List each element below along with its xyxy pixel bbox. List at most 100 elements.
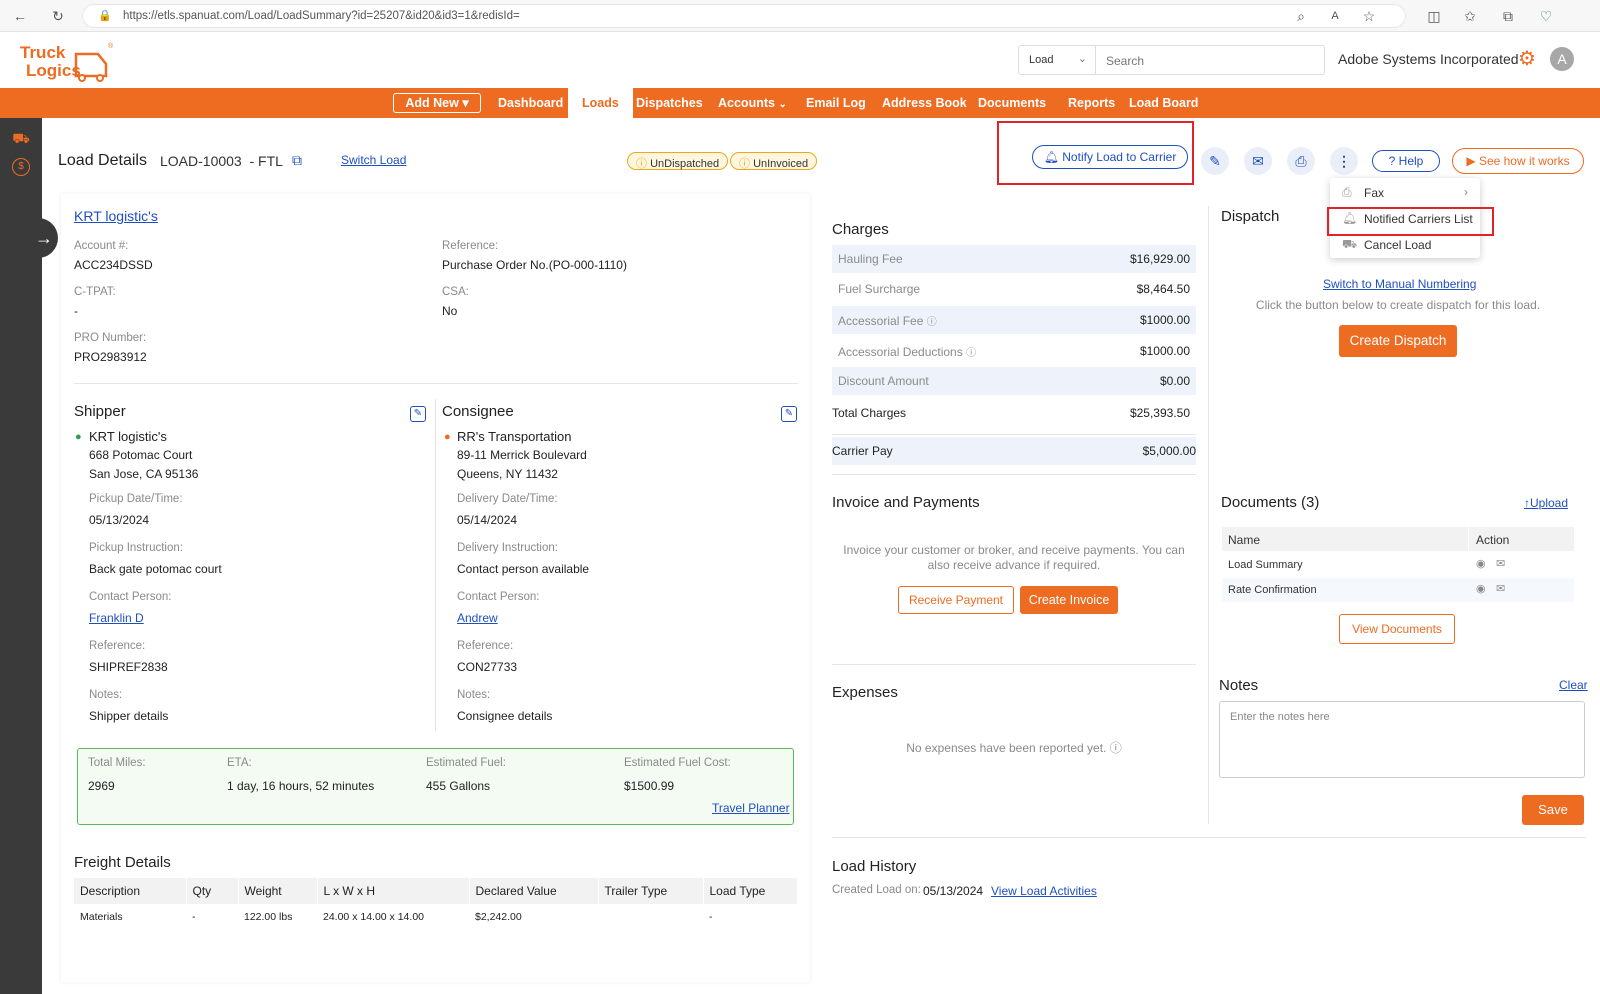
nav-reports[interactable]: Reports	[1068, 88, 1115, 118]
status-badge-uninvoiced: ⓘ UnInvoiced	[730, 152, 818, 170]
column-header: Description	[74, 878, 187, 904]
shipper-name: KRT logistic's	[89, 429, 167, 444]
dispatch-hint: Click the button below to create dispatc…	[1255, 298, 1541, 312]
more-options-icon[interactable]: ⋮	[1330, 147, 1358, 175]
edit-shipper-icon[interactable]: ✎	[410, 406, 426, 422]
charges-heading: Charges	[832, 221, 889, 238]
copy-icon[interactable]: ⧉	[292, 152, 302, 169]
invoice-hint: Invoice your customer or broker, and rec…	[843, 543, 1185, 572]
settings-gear-icon[interactable]: ⚙	[1518, 48, 1540, 70]
save-notes-button[interactable]: Save	[1522, 795, 1584, 825]
add-new-button[interactable]: Add New ▾	[393, 93, 481, 113]
nav-address-book[interactable]: Address Book	[882, 88, 967, 118]
site-info-icon[interactable]: 🔒	[95, 6, 115, 26]
ctpat-label: C-TPAT:	[74, 286, 116, 298]
truck-cart-icon[interactable]: ⛟	[12, 130, 30, 148]
consignee-notes-value: Consignee details	[457, 709, 553, 723]
nav-load-board[interactable]: Load Board	[1129, 88, 1198, 118]
pickup-instruction-label: Pickup Instruction:	[89, 542, 183, 554]
divider	[1208, 206, 1209, 824]
consignee-name: RR's Transportation	[457, 429, 572, 444]
address-bar[interactable]: 🔒 https://etls.spanuat.com/Load/LoadSumm…	[82, 4, 1406, 28]
email-icon[interactable]: ✉	[1496, 557, 1505, 570]
consignee-reference-value: CON27733	[457, 660, 518, 674]
split-screen-icon[interactable]: ◫	[1424, 6, 1444, 26]
document-name: Load Summary	[1228, 559, 1303, 571]
user-avatar[interactable]: A	[1550, 47, 1574, 71]
zoom-icon[interactable]: ⌕	[1291, 6, 1311, 26]
notes-textarea[interactable]: Enter the notes here	[1219, 701, 1585, 778]
truck-logics-logo: Truck Logics ®	[20, 42, 114, 82]
email-icon[interactable]: ✉	[1244, 147, 1272, 175]
nav-loads[interactable]: Loads	[568, 88, 633, 118]
create-invoice-button[interactable]: Create Invoice	[1020, 586, 1118, 614]
consignee-contact-label: Contact Person:	[457, 591, 540, 603]
travel-planner-link[interactable]: Travel Planner	[712, 801, 790, 815]
favorite-icon[interactable]: ☆	[1359, 6, 1379, 26]
back-icon[interactable]: ←	[10, 6, 30, 26]
notify-load-to-carrier-button[interactable]: 🔔︎ Notify Load to Carrier	[1032, 145, 1188, 169]
info-circle-icon: ⓘ	[636, 158, 647, 170]
eye-icon[interactable]: ◉	[1476, 582, 1486, 595]
nav-accounts-label: Accounts	[718, 96, 775, 110]
bell-icon: 🔔︎	[1043, 150, 1059, 164]
column-header: Load Type	[703, 878, 798, 904]
nav-documents[interactable]: Documents	[978, 88, 1046, 118]
load-id-value: LOAD-10003	[160, 153, 242, 169]
table-cell: Materials	[80, 911, 123, 923]
clear-notes-link[interactable]: Clear	[1559, 678, 1588, 692]
print-icon[interactable]: ⎙	[1287, 147, 1315, 175]
favorites-bar-icon[interactable]: ✩	[1460, 6, 1480, 26]
switch-load-link[interactable]: Switch Load	[341, 153, 406, 167]
delivery-instruction-value: Contact person available	[457, 562, 590, 576]
table-cell: -	[709, 911, 713, 923]
consignee-address-1: 89-11 Merrick Boulevard	[457, 448, 587, 462]
create-dispatch-button[interactable]: Create Dispatch	[1339, 325, 1457, 357]
delivery-instruction-label: Delivery Instruction:	[457, 542, 558, 554]
customer-name-link[interactable]: KRT logistic's	[74, 208, 158, 224]
consignee-address-2: Queens, NY 11432	[457, 467, 558, 481]
charge-value: $8,464.50	[1136, 282, 1190, 296]
chevron-down-icon: ⌄	[778, 99, 787, 110]
info-circle-icon[interactable]: ⓘ	[927, 317, 937, 328]
edit-consignee-icon[interactable]: ✎	[781, 406, 797, 422]
nav-dispatches[interactable]: Dispatches	[636, 88, 703, 118]
nav-email-log[interactable]: Email Log	[806, 88, 866, 118]
browser-essentials-icon[interactable]: ♡	[1536, 6, 1556, 26]
created-date: 05/13/2024	[923, 884, 984, 898]
menu-item-fax[interactable]: ⎙ Fax ›	[1330, 180, 1480, 206]
view-load-activities-link[interactable]: View Load Activities	[991, 884, 1097, 898]
main-nav: Add New ▾ Dashboard Loads Dispatches Acc…	[0, 88, 1600, 118]
search-input[interactable]: Search	[1095, 45, 1325, 75]
read-aloud-icon[interactable]: A	[1325, 6, 1345, 26]
consignee-contact-link[interactable]: Andrew	[457, 611, 498, 625]
refresh-icon[interactable]: ↻	[48, 6, 68, 26]
info-circle-icon[interactable]: ⓘ	[1110, 741, 1122, 755]
help-button[interactable]: ? Help	[1372, 150, 1440, 172]
upload-link[interactable]: ↑Upload	[1524, 496, 1568, 510]
consignee-notes-label: Notes:	[457, 689, 491, 701]
nav-accounts[interactable]: Accounts ⌄	[718, 88, 787, 118]
expand-arrow-icon[interactable]: →	[30, 218, 58, 258]
invoice-heading: Invoice and Payments	[832, 494, 980, 511]
see-how-it-works-button[interactable]: ▶ See how it works	[1452, 148, 1584, 174]
collections-icon[interactable]: ⧉	[1498, 6, 1518, 26]
edit-icon[interactable]: ✎	[1201, 147, 1229, 175]
view-documents-button[interactable]: View Documents	[1339, 614, 1455, 644]
company-name: Adobe Systems Incorporated	[1338, 51, 1519, 67]
eta-value: 1 day, 16 hours, 52 minutes	[227, 779, 375, 793]
fuel-cost-label: Estimated Fuel Cost:	[624, 757, 731, 769]
email-icon[interactable]: ✉	[1496, 582, 1505, 595]
eye-icon[interactable]: ◉	[1476, 557, 1486, 570]
shipper-contact-link[interactable]: Franklin D	[89, 611, 144, 625]
nav-dashboard[interactable]: Dashboard	[498, 88, 563, 118]
switch-manual-numbering-link[interactable]: Switch to Manual Numbering	[1323, 277, 1476, 291]
dollar-icon[interactable]: $	[12, 158, 30, 176]
search-type-select[interactable]: Load ⌄	[1018, 45, 1096, 75]
notify-label: Notify Load to Carrier	[1062, 150, 1177, 164]
receive-payment-button[interactable]: Receive Payment	[898, 586, 1014, 614]
info-circle-icon[interactable]: ⓘ	[966, 348, 976, 359]
charge-name: Fuel Surcharge	[838, 282, 921, 296]
consignee-reference-label: Reference:	[457, 640, 514, 652]
charge-value: $0.00	[1159, 374, 1190, 388]
